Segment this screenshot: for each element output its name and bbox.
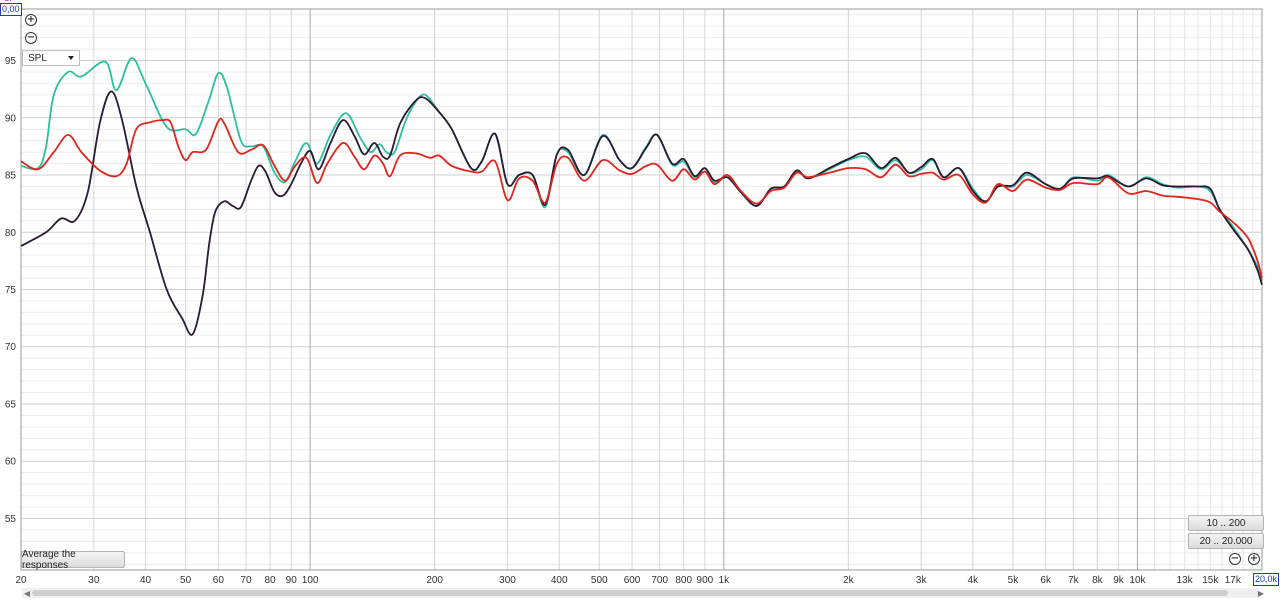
y-tick-label: 90 <box>5 113 17 124</box>
range-button-10-200[interactable]: 10 .. 200 <box>1188 515 1264 531</box>
plus-circle-icon: + <box>1249 553 1259 564</box>
minus-circle-icon: − <box>26 32 36 43</box>
x-tick-labels: 20 30 40 50 60 70 80 90 100 200 300 400 500 600 700 800… <box>15 575 1241 586</box>
y-tick-label: 70 <box>5 342 17 353</box>
x-tick-label: 8k <box>1092 575 1104 586</box>
y-tick-label: 65 <box>5 399 17 410</box>
frequency-response-chart[interactable]: 556065707580859095 20 30 40 50 60 70 80 90 100 20… <box>0 0 1280 602</box>
x-tick-label: 50 <box>180 575 192 586</box>
plus-circle-icon: + <box>26 14 36 25</box>
x-tick-label: 70 <box>241 575 253 586</box>
x-tick-label: 90 <box>286 575 298 586</box>
scrollbar-thumb[interactable] <box>32 590 1228 596</box>
x-tick-label: 2k <box>843 575 855 586</box>
x-tick-label: 5k <box>1008 575 1020 586</box>
y-tick-label: 75 <box>5 285 17 296</box>
response-curves <box>20 57 1263 336</box>
measurement-select[interactable]: SPL <box>22 50 80 66</box>
x-tick-label: 20 <box>15 575 27 586</box>
scroll-left-icon[interactable]: ◀ <box>22 588 32 598</box>
x-tick-label: 200 <box>426 575 443 586</box>
y-tick-label: 55 <box>5 514 17 525</box>
x-tick-label: 10k <box>1129 575 1146 586</box>
x-tick-label: 15k <box>1202 575 1219 586</box>
y-tick-label: 95 <box>5 56 17 67</box>
x-tick-label: 700 <box>651 575 668 586</box>
x-tick-label: 9k <box>1113 575 1125 586</box>
y-tick-label: 85 <box>5 171 17 182</box>
range-button-20-20000[interactable]: 20 .. 20.000 <box>1188 533 1264 549</box>
x-tick-label: 6k <box>1040 575 1052 586</box>
minus-circle-icon: − <box>1230 553 1240 564</box>
x-tick-label: 500 <box>591 575 608 586</box>
x-tick-label: 4k <box>968 575 980 586</box>
response-curve-2 <box>20 90 1263 336</box>
average-responses-button[interactable]: Average the responses <box>21 549 125 571</box>
y-tick-labels: 55 60 65 70 75 80 85 90 95 <box>5 56 17 525</box>
x-zoom-out-button[interactable]: − <box>1229 553 1241 565</box>
x-tick-label: 300 <box>499 575 516 586</box>
y-tick-label: 80 <box>5 228 17 239</box>
x-tick-label: 3k <box>916 575 928 586</box>
major-gridlines <box>20 8 1263 571</box>
x-tick-label: 17k <box>1225 575 1242 586</box>
x-tick-label: 60 <box>213 575 225 586</box>
x-tick-label: 80 <box>264 575 276 586</box>
scroll-right-icon[interactable]: ▶ <box>1256 588 1266 598</box>
x-tick-label: 7k <box>1068 575 1080 586</box>
measurement-select-value: SPL <box>28 52 47 64</box>
x-tick-label: 30 <box>88 575 100 586</box>
x-right-value-box[interactable]: 20,0k <box>1253 573 1280 586</box>
zoom-out-button[interactable]: − <box>25 32 37 44</box>
y-axis-caption: SP <box>4 0 15 3</box>
x-tick-label: 13k <box>1177 575 1194 586</box>
x-tick-label: 1k <box>719 575 731 586</box>
zoom-in-button[interactable]: + <box>25 14 37 26</box>
chevron-down-icon <box>68 56 74 60</box>
y-tick-label: 60 <box>5 457 17 468</box>
x-tick-label: 900 <box>697 575 714 586</box>
x-tick-label: 40 <box>140 575 152 586</box>
x-tick-label: 100 <box>302 575 319 586</box>
x-tick-label: 800 <box>675 575 692 586</box>
x-zoom-in-button[interactable]: + <box>1248 553 1260 565</box>
y-top-value-box[interactable]: 0,00 <box>0 3 22 16</box>
x-tick-label: 400 <box>551 575 568 586</box>
x-tick-label: 600 <box>624 575 641 586</box>
